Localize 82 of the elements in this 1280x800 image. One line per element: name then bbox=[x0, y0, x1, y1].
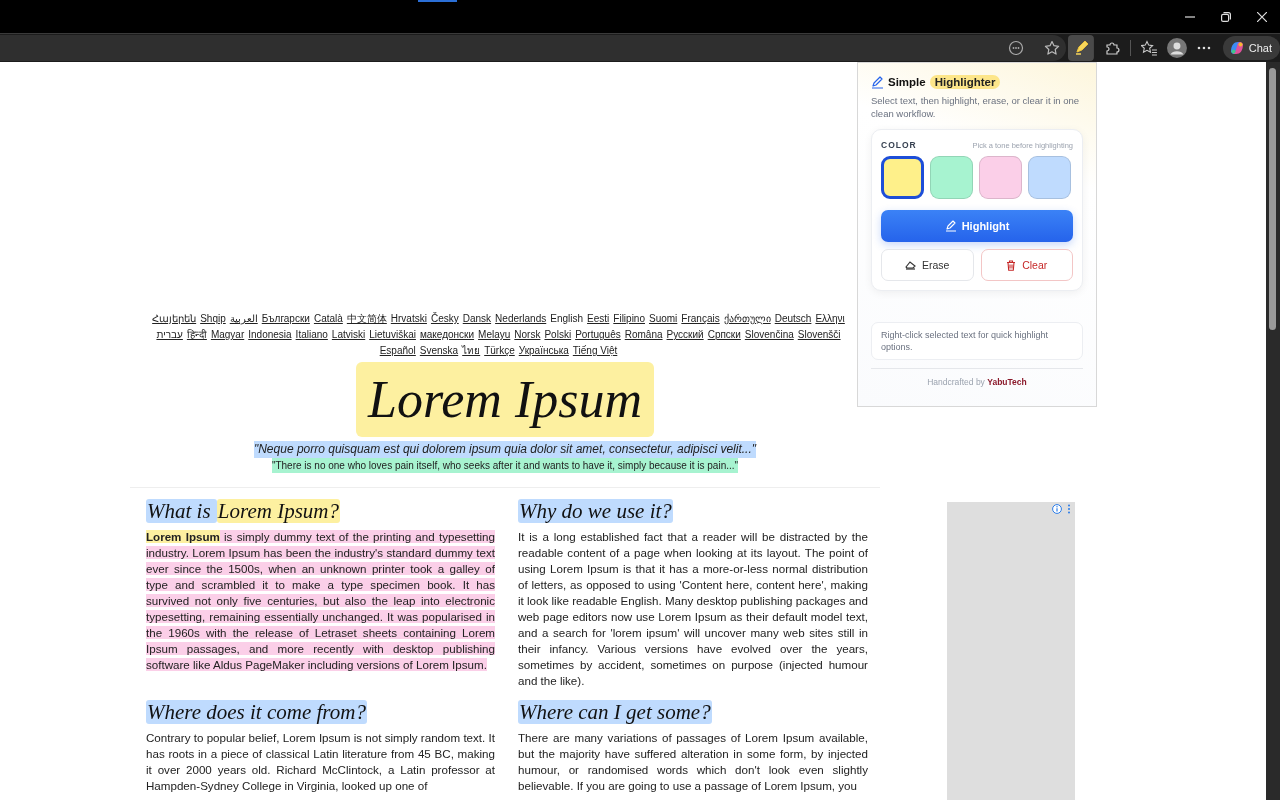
language-link[interactable]: Suomi bbox=[649, 311, 678, 327]
color-swatch[interactable] bbox=[881, 156, 924, 199]
language-link[interactable]: Tiếng Việt bbox=[572, 343, 618, 359]
language-link[interactable]: Español bbox=[379, 343, 416, 359]
language-link[interactable]: Polski bbox=[544, 327, 572, 343]
language-link[interactable]: Lietuviškai bbox=[369, 327, 416, 343]
section-heading: Where can I get some? bbox=[518, 699, 712, 725]
copilot-icon bbox=[1228, 40, 1245, 56]
close-icon[interactable] bbox=[1257, 11, 1267, 22]
paragraph: Contrary to popular belief, Lorem Ipsum is not simply random text. It has roots in a piece of classical Latin literature from 45 BC, making it over 2000 years old. Richard McClintock, a Latin professor at Hampden-Sydney College in Virginia, looked up one of bbox=[146, 730, 495, 794]
info-icon[interactable] bbox=[1052, 504, 1062, 514]
language-link[interactable]: Deutsch bbox=[774, 311, 812, 327]
paragraph: Lorem Ipsum is simply dummy text of the printing and typesetting industry. Lorem Ipsum has been the industry's standard dummy text ever since the 1500s, when an unknown printer took a galley of type and scrambled it to make a type specimen book. It has survived not only five centuries, but also the leap into electronic typesetting, remaining essentially unchanged. It was popularised in the 1960s with the release of Letraset sheets containing Lorem Ipsum passages, and more recently with desktop publishing software like Aldus PageMaker including versions of Lorem Ipsum. bbox=[146, 529, 495, 673]
language-link[interactable]: Româna bbox=[624, 327, 663, 343]
pen-icon bbox=[871, 75, 884, 89]
language-link[interactable]: Português bbox=[575, 327, 621, 343]
language-link[interactable]: Српски bbox=[707, 327, 741, 343]
tab-indicator bbox=[418, 0, 457, 2]
language-link[interactable]: Türkçe bbox=[484, 343, 515, 359]
language-link[interactable]: Indonesia bbox=[248, 327, 292, 343]
language-link[interactable]: Հայերեն bbox=[152, 311, 197, 327]
language-link[interactable]: Svenska bbox=[419, 343, 459, 359]
popup-badge: Highlighter bbox=[929, 75, 1001, 89]
emoji-icon[interactable] bbox=[1008, 40, 1025, 56]
language-link[interactable]: Dansk bbox=[462, 311, 492, 327]
language-link[interactable]: Hrvatski bbox=[390, 311, 427, 327]
section-heading: Where does it come from? bbox=[146, 699, 367, 725]
highlighter-icon[interactable] bbox=[1068, 35, 1094, 61]
language-link[interactable]: हिन्दी bbox=[186, 327, 207, 343]
language-link[interactable]: Українська bbox=[518, 343, 569, 359]
popup-description: Select text, then highlight, erase, or clear it in one clean workflow. bbox=[871, 94, 1081, 120]
language-link[interactable]: Magyar bbox=[210, 327, 245, 343]
more-icon[interactable] bbox=[1196, 46, 1211, 50]
trash-icon bbox=[1006, 259, 1017, 271]
favorites-icon[interactable] bbox=[1140, 40, 1157, 56]
language-link[interactable]: Melayu bbox=[478, 327, 511, 343]
language-link[interactable]: Català bbox=[313, 311, 343, 327]
language-link[interactable]: Latviski bbox=[331, 327, 366, 343]
chat-button[interactable]: Chat bbox=[1222, 36, 1280, 60]
highlight-button[interactable]: Highlight bbox=[881, 210, 1073, 242]
scrollbar-thumb[interactable] bbox=[1269, 68, 1276, 330]
page-title: Lorem Ipsum bbox=[356, 362, 654, 437]
language-link[interactable]: Shqip bbox=[200, 311, 226, 327]
language-link[interactable]: Français bbox=[681, 311, 720, 327]
language-link[interactable]: Eesti bbox=[587, 311, 610, 327]
paragraph: It is a long established fact that a reader will be distracted by the readable content of a page when looking at its layout. The point of using Lorem Ipsum is that it has a more-or-less normal distribution of letters, as opposed to using 'Content here, content here', making it look like readable English. Many desktop publishing packages and web page editors now use Lorem Ipsum as their default model text, and a search for 'lorem ipsum' will uncover many web sites still in their infancy. Various versions have evolved over the years, sometimes by accident, sometimes on purpose (injected humour and the like). bbox=[518, 529, 868, 689]
pen-icon bbox=[944, 220, 957, 232]
language-link[interactable]: ქართული bbox=[723, 311, 771, 327]
puzzle-icon[interactable] bbox=[1104, 40, 1120, 56]
language-link[interactable]: Norsk bbox=[514, 327, 541, 343]
language-link[interactable]: العربية bbox=[229, 311, 258, 327]
tip-text: Right-click selected text for quick highlight options. bbox=[871, 322, 1083, 360]
restore-icon[interactable] bbox=[1221, 11, 1231, 22]
paragraph: There are many variations of passages of Lorem Ipsum available, but the majority have suffered alteration in some form, by injected humour, or randomised words which don't look even slightly believable. If you are going to use a passage of Lorem Ipsum, you bbox=[518, 730, 868, 794]
clear-button[interactable]: Clear bbox=[980, 249, 1073, 281]
star-icon[interactable] bbox=[1044, 40, 1061, 56]
profile-avatar-icon[interactable] bbox=[1166, 38, 1187, 58]
section-heading: What is Lorem Ipsum? bbox=[146, 498, 340, 524]
kebab-menu-icon[interactable] bbox=[1067, 504, 1071, 514]
language-link[interactable]: 中文简体 bbox=[346, 311, 387, 327]
language-link[interactable]: македонски bbox=[419, 327, 475, 343]
quote-text: "There is no one who loves pain itself, who seeks after it and wants to have it, simply because it is pain..." bbox=[271, 458, 739, 473]
language-link[interactable]: Ελληνι bbox=[815, 311, 845, 327]
language-link[interactable]: Filipino bbox=[613, 311, 645, 327]
language-link[interactable]: Nederlands bbox=[495, 311, 547, 327]
language-link[interactable]: Slovenčina bbox=[744, 327, 794, 343]
eraser-icon bbox=[905, 260, 917, 270]
color-label: COLOR bbox=[881, 140, 917, 150]
language-link[interactable]: Slovenšči bbox=[797, 327, 841, 343]
language-link[interactable]: ไทย bbox=[462, 343, 481, 359]
language-link[interactable]: Italiano bbox=[295, 327, 328, 343]
section-heading: Why do we use it? bbox=[518, 498, 673, 524]
language-link[interactable]: Русский bbox=[666, 327, 704, 343]
scrollbar[interactable] bbox=[1266, 62, 1280, 800]
quote-text: "Neque porro quisquam est qui dolorem ipsum quia dolor sit amet, consectetur, adipisci velit..." bbox=[253, 441, 757, 458]
popup-title: Simple bbox=[888, 76, 926, 88]
erase-button[interactable]: Erase bbox=[881, 249, 974, 281]
footer-credit: Handcrafted by YabuTech bbox=[871, 368, 1083, 387]
language-link[interactable]: Česky bbox=[430, 311, 459, 327]
language-link[interactable]: English bbox=[550, 311, 584, 327]
language-link[interactable]: Български bbox=[261, 311, 310, 327]
language-link[interactable]: עברית bbox=[156, 327, 183, 343]
